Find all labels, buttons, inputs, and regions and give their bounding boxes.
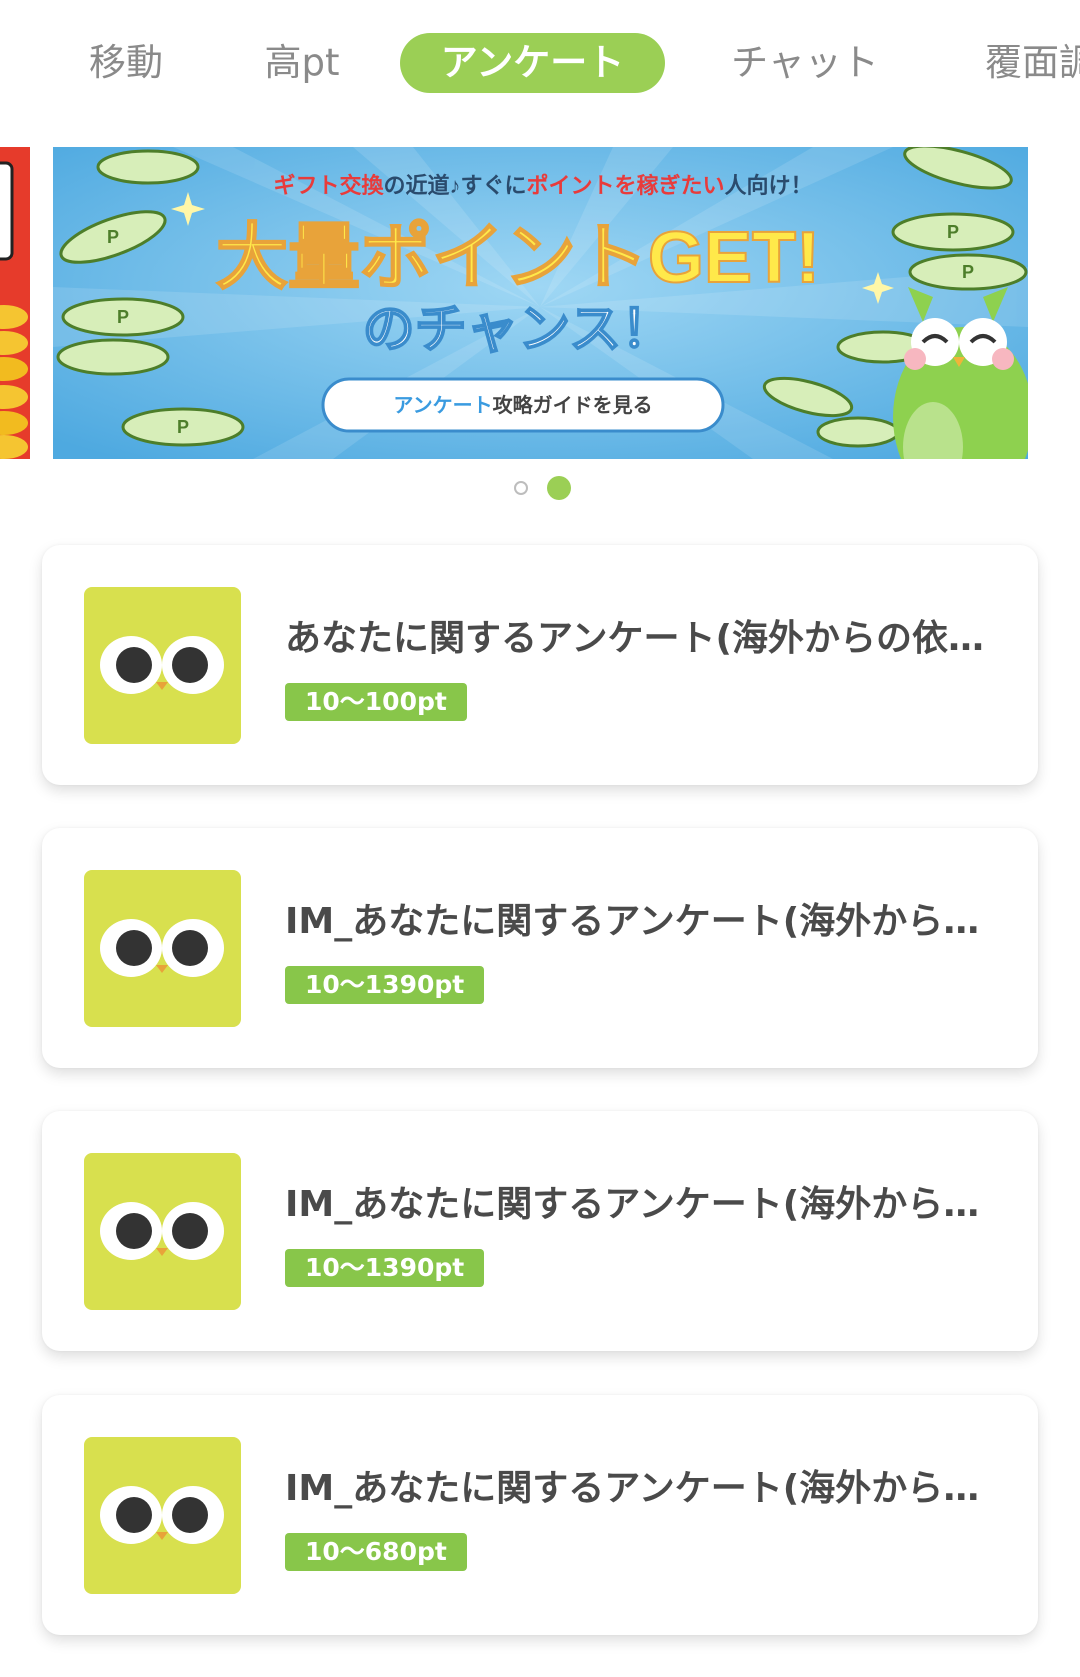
- points-badge: 10〜1390pt: [285, 966, 485, 1004]
- survey-title: IM_あなたに関するアンケート(海外からの依頼): [285, 901, 995, 942]
- svg-text:P: P: [962, 262, 974, 282]
- carousel-prev-slide[interactable]: [0, 147, 30, 459]
- survey-card[interactable]: IM_あなたに関するアンケート(海外からの依頼) 10〜1390pt: [42, 1111, 1038, 1351]
- svg-text:P: P: [177, 417, 189, 437]
- points-badge: 10〜1390pt: [285, 1249, 485, 1287]
- owl-icon: [84, 1437, 241, 1594]
- tab-survey[interactable]: アンケート: [400, 33, 665, 93]
- svg-text:P: P: [117, 307, 129, 327]
- points-badge: 10〜680pt: [285, 1533, 467, 1571]
- promo-banner[interactable]: P P P P P ギフト交換の近道♪すぐにポイントを稼ぎたい人向け！ 大量ポイ…: [53, 147, 1028, 459]
- survey-card[interactable]: あなたに関するアンケート(海外からの依頼) 10〜100pt: [42, 545, 1038, 785]
- carousel-indicator: [0, 476, 1080, 500]
- points-badge: 10〜100pt: [285, 683, 467, 721]
- carousel-dot[interactable]: [514, 481, 528, 495]
- tab-chat[interactable]: チャット: [730, 33, 880, 93]
- survey-title: あなたに関するアンケート(海外からの依頼): [285, 618, 995, 659]
- banner-headline-2: のチャンス！: [363, 301, 673, 359]
- svg-text:アンケート攻略ガイドを見る: アンケート攻略ガイドを見る: [393, 393, 652, 417]
- tab-move[interactable]: 移動: [86, 33, 166, 93]
- owl-icon: [84, 587, 241, 744]
- owl-icon: [84, 1153, 241, 1310]
- category-tabs: 移動 高pt アンケート チャット 覆面調査: [0, 0, 1080, 130]
- owl-icon: [84, 870, 241, 1027]
- carousel-dot-active[interactable]: [547, 476, 571, 500]
- survey-title: IM_あなたに関するアンケート(海外からの依頼): [285, 1468, 995, 1509]
- survey-title: IM_あなたに関するアンケート(海外からの依頼): [285, 1184, 995, 1225]
- svg-text:P: P: [107, 227, 119, 247]
- survey-card[interactable]: IM_あなたに関するアンケート(海外からの依頼) 10〜680pt: [42, 1395, 1038, 1635]
- tab-high-pt[interactable]: 高pt: [262, 33, 342, 93]
- svg-text:ギフト交換の近道♪すぐにポイントを稼ぎたい人向け！: ギフト交換の近道♪すぐにポイントを稼ぎたい人向け！: [273, 173, 812, 198]
- tab-mystery-shopper[interactable]: 覆面調査: [985, 33, 1080, 93]
- survey-card[interactable]: IM_あなたに関するアンケート(海外からの依頼) 10〜1390pt: [42, 828, 1038, 1068]
- svg-text:P: P: [947, 222, 959, 242]
- banner-headline: 大量ポイントGET!: [216, 218, 820, 298]
